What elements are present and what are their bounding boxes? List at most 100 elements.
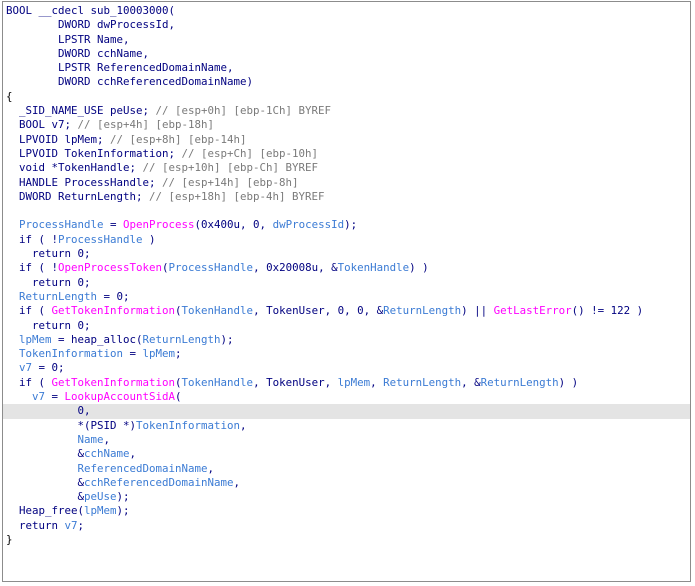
code-token-var: cchReferencedDomainName — [84, 475, 234, 489]
code-token-id: _SID_NAME_USE peUse; — [6, 104, 156, 118]
code-line[interactable]: v7 = 0; — [3, 361, 690, 375]
code-token-var: lpMem — [142, 347, 176, 361]
code-line[interactable]: BOOL v7; // [esp+4h] [ebp-18h] — [3, 118, 690, 132]
code-line[interactable]: DWORD cchReferencedDomainName) — [3, 75, 690, 89]
code-token-fn: GetTokenInformation — [51, 375, 176, 389]
code-token-var: ReturnLength — [383, 304, 462, 318]
code-line[interactable]: DWORD dwProcessId, — [3, 18, 690, 32]
code-token-cmt: // [esp+14h] [ebp-8h] — [162, 175, 299, 189]
code-token-id: LPVOID lpMem; — [6, 132, 111, 146]
code-line[interactable]: &cchReferencedDomainName, — [3, 476, 690, 490]
code-token-sym: return — [6, 518, 65, 532]
code-token-brace: { — [6, 89, 13, 103]
code-line[interactable]: v7 = LookupAccountSidA( — [3, 390, 690, 404]
code-line[interactable]: return v7; — [3, 519, 690, 533]
code-token-kw: DWORD cchReferencedDomainName) — [6, 75, 254, 89]
code-token-kw: LPSTR ReferencedDomainName, — [6, 61, 234, 75]
code-line[interactable]: Name, — [3, 433, 690, 447]
code-token-sym: , — [207, 461, 215, 475]
code-token-var: dwProcessId — [272, 218, 345, 232]
code-token-sym: ( — [175, 390, 182, 404]
code-token-var: TokenHandle — [337, 261, 410, 275]
code-token-sym: return 0; — [6, 318, 91, 332]
code-token-sym: , — [103, 432, 111, 446]
code-token-fn: GetTokenInformation — [51, 304, 176, 318]
code-token-sym: & — [6, 447, 85, 461]
code-line[interactable]: TokenInformation = lpMem; — [3, 347, 690, 361]
code-line[interactable]: 0, — [3, 404, 690, 419]
code-token-sym: (0x400u, 0, — [194, 218, 273, 232]
code-token-sym: , — [129, 447, 137, 461]
pseudocode-view[interactable]: BOOL __cdecl sub_10003000( DWORD dwProce… — [2, 1, 691, 582]
code-line[interactable]: LPSTR Name, — [3, 33, 690, 47]
code-token-var: lpMem — [84, 504, 117, 518]
code-line[interactable]: &cchName, — [3, 447, 690, 461]
code-line[interactable]: ReferencedDomainName, — [3, 462, 690, 476]
code-token-kw: DWORD cchName, — [6, 46, 150, 60]
code-token-sym: ); — [220, 332, 234, 346]
code-token-sym: if ( — [6, 375, 52, 389]
code-token-sym: & — [6, 475, 85, 489]
code-token-var: peUse — [84, 490, 117, 504]
code-token-cmt: // [esp+8h] [ebp-14h] — [110, 132, 247, 146]
code-line[interactable]: if ( !OpenProcessToken(ProcessHandle, 0x… — [3, 261, 690, 275]
code-token-fn: OpenProcessToken — [58, 261, 163, 275]
code-token-sym: , — [240, 418, 247, 432]
code-token-var: ProcessHandle — [168, 261, 254, 275]
code-line[interactable]: DWORD cchName, — [3, 47, 690, 61]
code-token-brace: } — [6, 532, 13, 546]
code-line[interactable]: &peUse); — [3, 490, 690, 504]
code-line[interactable]: return 0; — [3, 319, 690, 333]
code-token-sym: *(PSID *) — [6, 418, 137, 432]
code-line[interactable]: if ( GetTokenInformation(TokenHandle, To… — [3, 376, 690, 390]
code-token-sym: , 0x20008u, & — [253, 261, 338, 275]
code-token-sym: , & — [461, 375, 481, 389]
code-token-sym: return 0; — [6, 247, 91, 261]
code-lines: BOOL __cdecl sub_10003000( DWORD dwProce… — [3, 4, 690, 547]
code-token-id: DWORD ReturnLength; — [6, 189, 150, 203]
code-token-sym: if ( ! — [6, 232, 59, 246]
code-line[interactable]: LPSTR ReferencedDomainName, — [3, 61, 690, 75]
code-token-sym: = — [45, 390, 65, 404]
code-token-sym: 0, — [6, 404, 91, 418]
code-line[interactable]: void *TokenHandle; // [esp+10h] [ebp-Ch]… — [3, 161, 690, 175]
code-line[interactable]: Heap_free(lpMem); — [3, 504, 690, 518]
code-line[interactable]: LPVOID TokenInformation; // [esp+Ch] [eb… — [3, 147, 690, 161]
code-line[interactable]: *(PSID *)TokenInformation, — [3, 419, 690, 433]
code-token-id: LPVOID TokenInformation; — [6, 146, 182, 160]
code-line[interactable]: BOOL __cdecl sub_10003000( — [3, 4, 690, 18]
code-line[interactable]: lpMem = heap_alloc(ReturnLength); — [3, 333, 690, 347]
code-line[interactable]: LPVOID lpMem; // [esp+8h] [ebp-14h] — [3, 133, 690, 147]
code-token-var: ReturnLength — [383, 375, 462, 389]
code-line[interactable] — [3, 204, 690, 218]
code-token-sym: ) ) — [409, 261, 429, 275]
code-token-var: v7 — [6, 390, 46, 404]
code-token-sym: & — [6, 490, 85, 504]
code-line[interactable]: if ( GetTokenInformation(TokenHandle, To… — [3, 304, 690, 318]
code-token-sym: if ( — [6, 304, 52, 318]
code-token-var: ProcessHandle — [6, 218, 104, 232]
code-token-var: v7 — [64, 518, 78, 532]
code-line[interactable]: ReturnLength = 0; — [3, 290, 690, 304]
code-token-var: lpMem — [337, 375, 371, 389]
code-token-var: cchName — [84, 447, 130, 461]
code-token-sym: ); — [344, 218, 358, 232]
code-line[interactable]: ProcessHandle = OpenProcess(0x400u, 0, d… — [3, 218, 690, 232]
code-line[interactable]: HANDLE ProcessHandle; // [esp+14h] [ebp-… — [3, 176, 690, 190]
code-line[interactable]: if ( !ProcessHandle ) — [3, 233, 690, 247]
code-line[interactable]: } — [3, 533, 690, 547]
code-token-sym: , TokenUser, — [253, 375, 338, 389]
code-token-var: TokenInformation — [136, 418, 241, 432]
code-line[interactable]: return 0; — [3, 276, 690, 290]
code-token-sym: if ( ! — [6, 261, 59, 275]
code-token-sym: ) || — [461, 304, 494, 318]
code-token-var: ReturnLength — [6, 289, 98, 303]
code-line[interactable]: _SID_NAME_USE peUse; // [esp+0h] [ebp-1C… — [3, 104, 690, 118]
code-token-var: v7 — [6, 361, 33, 375]
code-token-var: ReferencedDomainName — [6, 461, 208, 475]
code-line[interactable]: return 0; — [3, 247, 690, 261]
code-line[interactable]: DWORD ReturnLength; // [esp+18h] [ebp-4h… — [3, 190, 690, 204]
code-token-cmt: // [esp+10h] [ebp-Ch] BYREF — [142, 161, 319, 175]
code-line[interactable]: { — [3, 90, 690, 104]
code-token-var: lpMem — [6, 332, 52, 346]
